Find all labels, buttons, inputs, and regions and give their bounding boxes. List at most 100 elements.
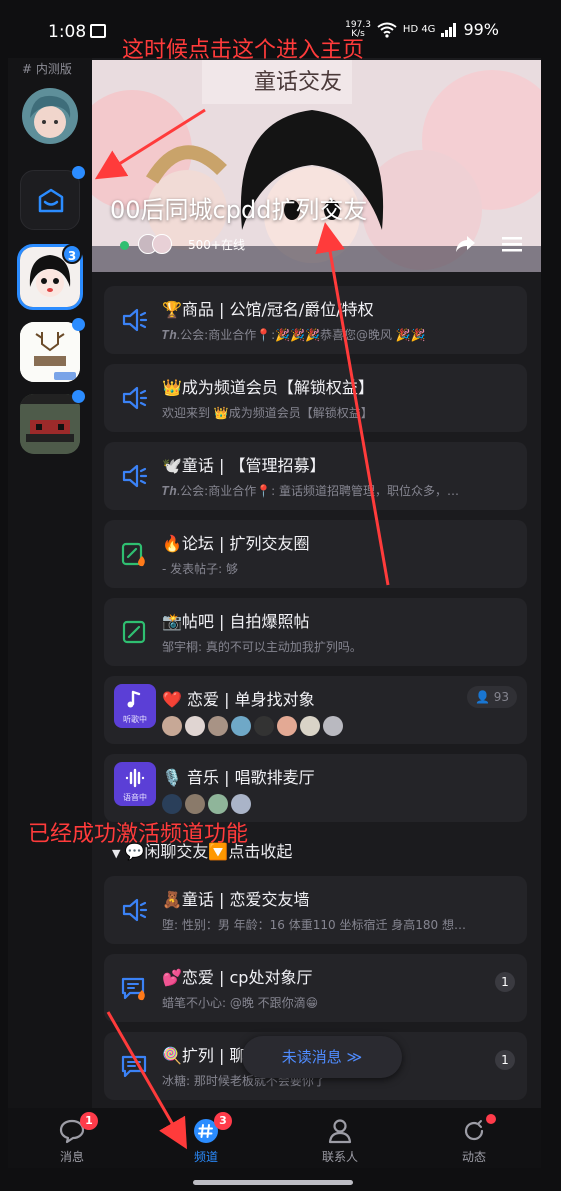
- channel-live-label: 听歌中: [123, 715, 147, 724]
- music-channel-icon: 听歌中: [114, 684, 156, 728]
- channel-item[interactable]: 🔥论坛 | 扩列交友圈 - 发表帖子: 够: [104, 520, 527, 588]
- voice-channel-icon: 语音中: [114, 762, 156, 806]
- channel-title: 🕊️童话 | 【管理招募】: [162, 456, 326, 475]
- server-antler-dot: [72, 318, 85, 331]
- channel-preview: 蜡笔不小心: @晚 不跟你滴😁: [162, 996, 319, 1010]
- wifi-icon: [377, 22, 397, 38]
- server-antler[interactable]: [20, 322, 80, 382]
- server-pixel[interactable]: [20, 394, 80, 454]
- unread-count: 1: [495, 972, 515, 992]
- category-header[interactable]: ▼ 💬闲聊交友🔽点击收起: [112, 838, 292, 862]
- chat-channel-icon: [121, 1055, 147, 1078]
- announcement-channel-icon: [122, 464, 148, 488]
- server-badge: 3: [62, 244, 82, 264]
- member-avatar: [208, 794, 228, 814]
- user-avatar[interactable]: [22, 88, 78, 144]
- status-bar: 1:08 197.3 K/s HD 4G 99%: [8, 0, 541, 62]
- member-avatar: [231, 794, 251, 814]
- channel-preview: 欢迎来到 👑成为频道会员【解锁权益】: [162, 406, 373, 420]
- home-unread-dot: [72, 166, 85, 179]
- channel-preview: 堕: 性别：男 年龄：16 体重110 坐标宿迁 身高180 想…: [162, 918, 467, 932]
- member-avatar: [300, 716, 320, 736]
- server-banner[interactable]: 童话交友 00后同城cpdd扩列交友 500+在线: [92, 60, 541, 272]
- member-avatar: [277, 716, 297, 736]
- online-count[interactable]: 500+在线: [188, 236, 245, 253]
- nav-messages[interactable]: 消息 1: [32, 1112, 112, 1165]
- home-button[interactable]: [20, 170, 80, 230]
- unread-count: 1: [495, 1050, 515, 1070]
- channel-panel: 童话交友 00后同城cpdd扩列交友 500+在线 🏆商品 | 公馆/冠名/爵位…: [92, 58, 541, 1108]
- beta-label: # 内测版: [22, 62, 72, 76]
- channel-item[interactable]: 👑成为频道会员【解锁权益】 欢迎来到 👑成为频道会员【解锁权益】: [104, 364, 527, 432]
- forum-hot-channel-icon: [121, 542, 145, 567]
- channel-title: ❤️ 恋爱 | 单身找对象: [162, 690, 315, 709]
- collapse-arrow-icon: ▼: [112, 847, 121, 860]
- channel-item[interactable]: 🏆商品 | 公馆/冠名/爵位/特权 𝑻𝒉.公会:商业合作📍:🎉🎉🎉恭喜您@晚风 …: [104, 286, 527, 354]
- nav-channels[interactable]: 频道 3: [166, 1112, 246, 1165]
- unread-messages-button[interactable]: 未读消息 ≫: [242, 1036, 402, 1078]
- member-avatars: [162, 794, 251, 814]
- network-speed: 197.3 K/s: [345, 19, 371, 39]
- online-avatar: [152, 234, 172, 254]
- channel-title: 📸帖吧 | 自拍爆照帖: [162, 612, 310, 631]
- nav-feed[interactable]: 动态: [434, 1114, 514, 1165]
- share-icon[interactable]: [454, 234, 476, 254]
- channel-title: 🔥论坛 | 扩列交友圈: [162, 534, 310, 553]
- channel-preview: 邹宇桐: 真的不可以主动加我扩列吗。: [162, 640, 362, 654]
- battery-level: 99%: [463, 20, 499, 39]
- channel-item-live[interactable]: 听歌中 ❤️ 恋爱 | 单身找对象 👤 93: [104, 676, 527, 744]
- status-time: 1:08: [48, 22, 87, 42]
- channel-preview: - 发表帖子: 够: [162, 562, 239, 576]
- channel-preview: 𝑻𝒉.公会:商业合作📍: 童话频道招聘管理，职位众多，…: [162, 484, 460, 498]
- channel-item[interactable]: 💕恋爱 | cp处对象厅 蜡笔不小心: @晚 不跟你滴😁 1: [104, 954, 527, 1022]
- menu-icon[interactable]: [502, 236, 522, 252]
- listener-count: 👤 93: [466, 686, 517, 708]
- announcement-channel-icon: [122, 386, 148, 410]
- member-avatar: [323, 716, 343, 736]
- channel-title: 👑成为频道会员【解锁权益】: [162, 378, 374, 397]
- messages-badge: 1: [80, 1112, 98, 1130]
- member-avatar: [162, 794, 182, 814]
- banner-logo: 童话交友: [254, 70, 343, 95]
- channel-title: 💕恋爱 | cp处对象厅: [162, 968, 313, 987]
- member-avatar: [185, 794, 205, 814]
- channel-title: 🏆商品 | 公馆/冠名/爵位/特权: [162, 300, 374, 319]
- server-title: 00后同城cpdd扩列交友: [110, 196, 368, 224]
- channel-item[interactable]: 📸帖吧 | 自拍爆照帖 邹宇桐: 真的不可以主动加我扩列吗。: [104, 598, 527, 666]
- channel-title: 🧸童话 | 恋爱交友墙: [162, 890, 310, 909]
- server-pixel-dot: [72, 390, 85, 403]
- home-icon: [38, 188, 64, 213]
- member-avatar: [254, 716, 274, 736]
- member-avatars: [162, 716, 343, 736]
- bottom-nav: 消息 1 频道 3 联系人 动态: [8, 1108, 541, 1168]
- person-icon: [328, 1119, 352, 1144]
- channel-item[interactable]: 🧸童话 | 恋爱交友墙 堕: 性别：男 年龄：16 体重110 坐标宿迁 身高1…: [104, 876, 527, 944]
- gallery-icon: [90, 24, 106, 38]
- member-avatar: [185, 716, 205, 736]
- announcement-channel-icon: [122, 898, 148, 922]
- member-avatar: [231, 716, 251, 736]
- channel-preview: 𝑻𝒉.公会:商业合作📍:🎉🎉🎉恭喜您@晚风 🎉🎉: [162, 328, 426, 342]
- channels-badge: 3: [214, 1112, 232, 1130]
- server-rail: # 内测版 3: [8, 58, 92, 1108]
- nav-contacts[interactable]: 联系人: [300, 1118, 380, 1165]
- status-right: 197.3 K/s HD 4G 99%: [345, 20, 499, 39]
- signal-icon: [441, 22, 457, 37]
- forum-channel-icon: [122, 620, 146, 644]
- member-avatar: [162, 716, 182, 736]
- network-type: HD 4G: [402, 24, 436, 35]
- home-indicator: [193, 1180, 353, 1185]
- voice-wave-icon: [125, 768, 145, 788]
- phone-screen: 1:08 197.3 K/s HD 4G 99% # 内测版 3 童话交友 00…: [8, 0, 541, 1191]
- online-dot: [120, 241, 129, 250]
- channel-title: 🍭扩列 | 聊: [162, 1046, 246, 1065]
- channel-live-label: 语音中: [123, 793, 147, 802]
- music-note-icon: [127, 690, 141, 708]
- channel-item-live[interactable]: 语音中 🎙️ 音乐 | 唱歌排麦厅: [104, 754, 527, 822]
- channel-title: 🎙️ 音乐 | 唱歌排麦厅: [162, 768, 315, 787]
- member-avatar: [208, 716, 228, 736]
- feed-dot: [486, 1114, 496, 1124]
- refresh-feed-icon: [464, 1120, 484, 1141]
- channel-item[interactable]: 🕊️童话 | 【管理招募】 𝑻𝒉.公会:商业合作📍: 童话频道招聘管理，职位众多…: [104, 442, 527, 510]
- chat-hot-channel-icon: [121, 977, 145, 1001]
